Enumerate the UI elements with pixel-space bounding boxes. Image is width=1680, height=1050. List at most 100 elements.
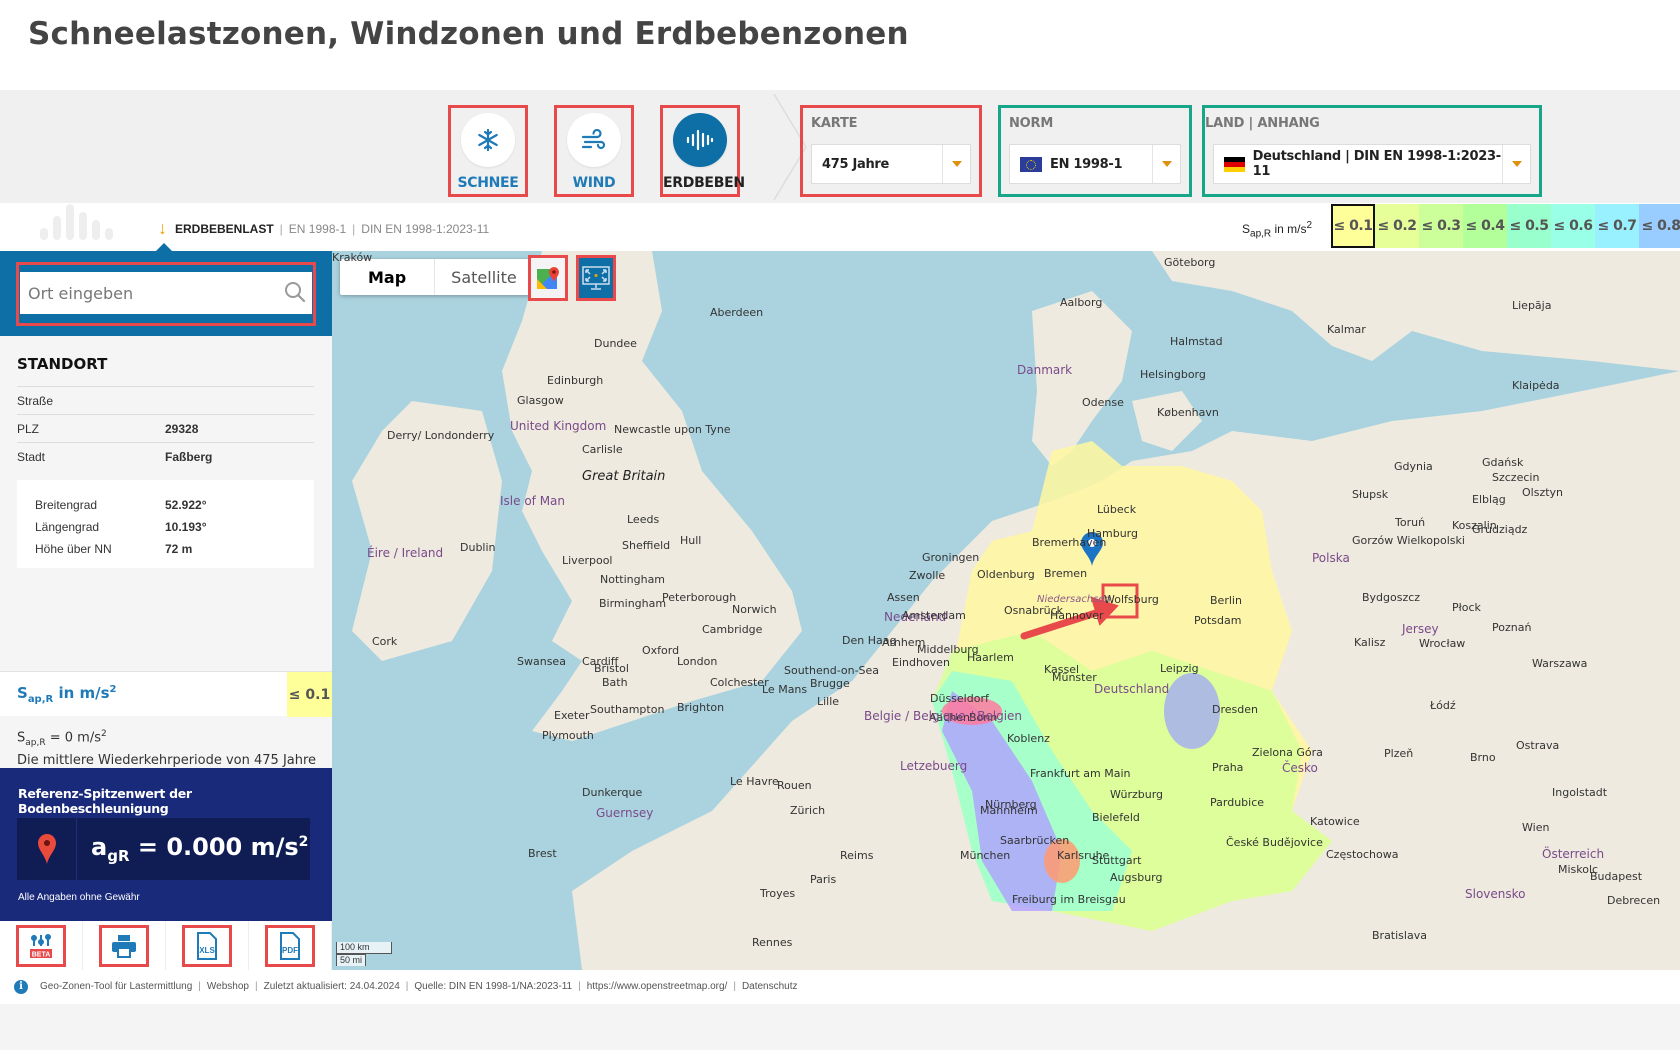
map-label: Dundee [594, 337, 637, 350]
footer-link[interactable]: Geo-Zonen-Tool für Lastermittlung [40, 981, 192, 992]
map-label: Wolfsburg [1104, 593, 1159, 606]
footer-link: Quelle: DIN EN 1998-1/NA:2023-11 [414, 981, 573, 992]
eu-flag-icon [1020, 156, 1042, 172]
tab-schnee[interactable]: SCHNEE [448, 105, 528, 197]
map-label: Rouen [777, 779, 812, 792]
norm-select[interactable]: EN 1998-1 [1009, 144, 1181, 184]
footer-links: Geo-Zonen-Tool für Lastermittlung | Websho… [40, 981, 798, 992]
map-label: Münster [1052, 671, 1097, 684]
map-label: Halmstad [1170, 335, 1223, 348]
google-maps-button[interactable] [528, 255, 568, 301]
map-label: Ingolstadt [1552, 786, 1608, 799]
map-label: Częstochowa [1326, 848, 1399, 861]
map-label: Leeds [627, 513, 660, 526]
fullscreen-button[interactable] [576, 255, 616, 301]
map-label: Grudziądz [1472, 523, 1528, 536]
map-label: Olsztyn [1522, 486, 1564, 499]
norm-label: NORM [1009, 116, 1054, 131]
footer-separator: | [578, 981, 581, 992]
search-icon[interactable] [284, 281, 306, 303]
map-label: Great Britain [582, 469, 666, 484]
map-label: Lübeck [1097, 503, 1137, 516]
footer-separator: | [198, 981, 201, 992]
beta-tool-button[interactable]: BETA [0, 921, 83, 970]
map-label: Odense [1082, 396, 1124, 409]
map-label: Helsingborg [1140, 368, 1206, 381]
chevron-down-icon[interactable] [1502, 145, 1530, 183]
map-label: Arnhem [882, 636, 926, 649]
sap-zone-badge: ≤ 0.1 [287, 672, 332, 717]
svg-text:XLS: XLS [199, 946, 215, 955]
pdf-file-icon: PDF [280, 931, 300, 960]
map-label: Hull [680, 534, 702, 547]
footer-link[interactable]: Webshop [207, 981, 249, 992]
map-label: Hannover [1050, 609, 1104, 622]
map-label: Gdynia [1394, 460, 1433, 473]
legend-label: Sap,R in m/s2 [1242, 220, 1313, 240]
map-label: Danmark [1017, 363, 1073, 377]
map-label: Kalmar [1327, 323, 1366, 336]
reference-value-box: agR = 0.000 m/s2 [17, 818, 310, 880]
map-label: Gdańsk [1482, 456, 1524, 469]
disclaimer-note: Alle Angaben ohne Gewähr [18, 892, 140, 903]
map-label: Exeter [554, 709, 590, 722]
land-select[interactable]: Deutschland | DIN EN 1998-1:2023-11 [1213, 144, 1531, 184]
map-type-switch: Map Satellite [340, 259, 533, 295]
tab-wind[interactable]: WIND [554, 105, 634, 197]
map-label: Belgie / Belgique / Belgien [864, 709, 1023, 723]
map-label: Miskolc [1558, 863, 1599, 876]
field-stadt: Stadt Faßberg [17, 442, 314, 470]
bottom-toolbar: BETA XLS PDF [0, 921, 332, 970]
footer-link[interactable]: https://www.openstreetmap.org/ [587, 981, 728, 992]
map-label: Stuttgart [1092, 854, 1142, 867]
map-label: Augsburg [1110, 871, 1163, 884]
tab-erdbeben[interactable]: ERDBEBEN [660, 105, 745, 197]
karte-select[interactable]: 475 Jahre [811, 144, 971, 184]
map-label: Debrecen [1607, 894, 1661, 907]
chevron-down-icon[interactable] [1152, 145, 1180, 183]
breadcrumb-norm: EN 1998-1 [288, 221, 347, 236]
map-label: Dresden [1212, 703, 1258, 716]
map-label: Bielefeld [1092, 811, 1140, 824]
map-type-map[interactable]: Map [340, 259, 436, 295]
map-label: Brugge [810, 677, 850, 690]
xls-export-button[interactable]: XLS [166, 921, 249, 970]
location-search-input[interactable] [20, 272, 312, 314]
map-label: Toruń [1395, 516, 1426, 529]
map-canvas[interactable]: Map Satellite Göteborg Aberdeen Aalborg Dun… [332, 251, 1680, 970]
print-button[interactable] [83, 921, 166, 970]
chevron-down-icon[interactable] [942, 145, 970, 183]
map-label: Bydgoszcz [1362, 591, 1421, 604]
map-label: Norwich [732, 603, 777, 616]
field-strasse: Straße [17, 386, 314, 414]
map-label: Sheffield [622, 539, 671, 552]
map-label: Amsterdam [902, 609, 966, 622]
map-label: Ostrava [1516, 739, 1560, 752]
map-label: Le Havre [730, 775, 779, 788]
map-label: Groningen [922, 551, 980, 564]
google-maps-icon [537, 267, 559, 289]
pdf-export-button[interactable]: PDF [249, 921, 332, 970]
field-laengengrad: Längengrad 10.193° [35, 520, 207, 534]
map-label: Edinburgh [547, 374, 604, 387]
footer-separator: | [733, 981, 736, 992]
map-label: Frankfurt am Main [1030, 767, 1131, 780]
map-label: Płock [1452, 601, 1481, 614]
legend-cell: ≤ 0.4 [1463, 204, 1507, 248]
map-label: Leipzig [1160, 662, 1199, 675]
map-label: Bratislava [1372, 929, 1427, 942]
printer-icon [112, 934, 136, 958]
coordinates-box: Breitengrad 52.922° Längengrad 10.193° Höh… [17, 480, 314, 568]
footer-link[interactable]: Datenschutz [742, 981, 798, 992]
info-icon[interactable]: i [14, 980, 28, 994]
map-label: Česko [1282, 761, 1318, 775]
map-label: Carlisle [582, 443, 623, 456]
xls-file-icon: XLS [197, 931, 217, 960]
field-breitengrad: Breitengrad 52.922° [35, 498, 207, 512]
map-label: Cambridge [702, 623, 763, 636]
beta-icon: BETA [30, 933, 52, 958]
breadcrumb-main: ERDBEBENLAST [175, 221, 274, 236]
map-label: Düsseldorf [930, 692, 989, 705]
map-label: Kraków [332, 251, 373, 264]
map-type-satellite[interactable]: Satellite [435, 259, 533, 295]
